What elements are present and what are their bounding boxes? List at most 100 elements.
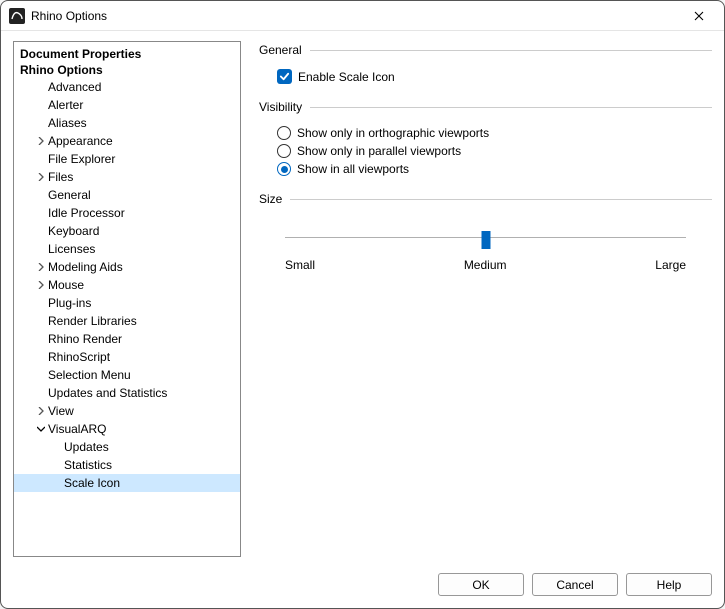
- enable-scale-icon-label: Enable Scale Icon: [298, 70, 395, 84]
- tree-item[interactable]: Rhino Render: [14, 330, 240, 348]
- tree-heading-rhino-options[interactable]: Rhino Options: [14, 62, 240, 78]
- tree-item[interactable]: General: [14, 186, 240, 204]
- dialog-window: Rhino Options Document Properties Rhino …: [0, 0, 725, 609]
- group-visibility-legend: Visibility: [259, 100, 712, 114]
- tree-item[interactable]: Files: [14, 168, 240, 186]
- tree-item[interactable]: Render Libraries: [14, 312, 240, 330]
- dialog-body: Document Properties Rhino Options Advanc…: [1, 31, 724, 563]
- chevron-placeholder: [34, 80, 48, 94]
- tree-item[interactable]: Modeling Aids: [14, 258, 240, 276]
- tree-item-label: Render Libraries: [48, 312, 137, 330]
- ok-button-label: OK: [472, 578, 489, 592]
- visibility-radio[interactable]: [277, 144, 291, 158]
- tree-item-label: Plug-ins: [48, 294, 91, 312]
- chevron-placeholder: [34, 206, 48, 220]
- tree-item[interactable]: Statistics: [14, 456, 240, 474]
- tree-item-label: View: [48, 402, 74, 420]
- tree-item-label: VisualARQ: [48, 420, 106, 438]
- chevron-right-icon[interactable]: [34, 260, 48, 274]
- tree-item-label: Licenses: [48, 240, 95, 258]
- tree-item-label: Rhino Render: [48, 330, 122, 348]
- tree-item[interactable]: View: [14, 402, 240, 420]
- tree-item[interactable]: Mouse: [14, 276, 240, 294]
- slider-thumb[interactable]: [481, 231, 490, 249]
- radio-dot-icon: [281, 166, 288, 173]
- tree-heading-document-properties[interactable]: Document Properties: [14, 46, 240, 62]
- tree-item-label: Appearance: [48, 132, 113, 150]
- options-tree[interactable]: Document Properties Rhino Options Advanc…: [13, 41, 241, 557]
- chevron-placeholder: [34, 368, 48, 382]
- divider: [310, 107, 712, 108]
- chevron-down-icon[interactable]: [34, 422, 48, 436]
- chevron-placeholder: [34, 332, 48, 346]
- visibility-option-row: Show only in orthographic viewports: [259, 124, 712, 142]
- chevron-right-icon[interactable]: [34, 134, 48, 148]
- enable-scale-icon-checkbox[interactable]: [277, 69, 292, 84]
- help-button-label: Help: [657, 578, 682, 592]
- tree-item[interactable]: Aliases: [14, 114, 240, 132]
- visibility-option-label: Show only in orthographic viewports: [297, 126, 489, 140]
- tree-item-label: File Explorer: [48, 150, 115, 168]
- chevron-placeholder: [34, 224, 48, 238]
- divider: [310, 50, 712, 51]
- visibility-option-row: Show only in parallel viewports: [259, 142, 712, 160]
- close-icon: [694, 11, 704, 21]
- chevron-right-icon[interactable]: [34, 404, 48, 418]
- slider-label-min: Small: [285, 258, 315, 272]
- group-general-label: General: [259, 43, 302, 57]
- tree-item-label: Selection Menu: [48, 366, 131, 384]
- group-visibility: Visibility Show only in orthographic vie…: [259, 100, 712, 178]
- tree-item[interactable]: Appearance: [14, 132, 240, 150]
- tree-item[interactable]: Licenses: [14, 240, 240, 258]
- visibility-option-label: Show in all viewports: [297, 162, 409, 176]
- chevron-placeholder: [34, 386, 48, 400]
- cancel-button[interactable]: Cancel: [532, 573, 618, 596]
- tree-item[interactable]: Alerter: [14, 96, 240, 114]
- tree-item[interactable]: Advanced: [14, 78, 240, 96]
- chevron-placeholder: [50, 476, 64, 490]
- chevron-right-icon[interactable]: [34, 278, 48, 292]
- tree-item[interactable]: Scale Icon: [14, 474, 240, 492]
- tree-item[interactable]: Plug-ins: [14, 294, 240, 312]
- tree-item-label: Advanced: [48, 78, 101, 96]
- tree-item-label: Idle Processor: [48, 204, 125, 222]
- chevron-placeholder: [34, 98, 48, 112]
- tree-item[interactable]: VisualARQ: [14, 420, 240, 438]
- window-title: Rhino Options: [31, 9, 676, 23]
- close-button[interactable]: [676, 1, 722, 31]
- tree-item[interactable]: Selection Menu: [14, 366, 240, 384]
- chevron-placeholder: [34, 314, 48, 328]
- visibility-radio[interactable]: [277, 126, 291, 140]
- tree-item-label: Modeling Aids: [48, 258, 123, 276]
- group-size: Size Small Medium Large: [259, 192, 712, 272]
- tree-item[interactable]: Idle Processor: [14, 204, 240, 222]
- visibility-radio[interactable]: [277, 162, 291, 176]
- group-size-legend: Size: [259, 192, 712, 206]
- size-slider-container: Small Medium Large: [259, 216, 712, 272]
- slider-labels: Small Medium Large: [285, 258, 686, 272]
- chevron-placeholder: [34, 188, 48, 202]
- group-visibility-label: Visibility: [259, 100, 302, 114]
- cancel-button-label: Cancel: [556, 578, 593, 592]
- help-button[interactable]: Help: [626, 573, 712, 596]
- size-slider[interactable]: [285, 228, 686, 248]
- tree-item-label: Keyboard: [48, 222, 99, 240]
- tree-item-label: Statistics: [64, 456, 112, 474]
- group-size-label: Size: [259, 192, 282, 206]
- tree-item[interactable]: RhinoScript: [14, 348, 240, 366]
- tree-item[interactable]: Updates and Statistics: [14, 384, 240, 402]
- slider-label-mid: Medium: [464, 258, 507, 272]
- tree-item[interactable]: File Explorer: [14, 150, 240, 168]
- tree-item[interactable]: Keyboard: [14, 222, 240, 240]
- ok-button[interactable]: OK: [438, 573, 524, 596]
- chevron-placeholder: [34, 350, 48, 364]
- tree-item-label: Aliases: [48, 114, 87, 132]
- enable-scale-icon-row: Enable Scale Icon: [259, 67, 712, 86]
- tree-item[interactable]: Updates: [14, 438, 240, 456]
- tree-item-label: Mouse: [48, 276, 84, 294]
- chevron-placeholder: [34, 116, 48, 130]
- visibility-option-row: Show in all viewports: [259, 160, 712, 178]
- tree-item-label: Updates and Statistics: [48, 384, 167, 402]
- tree-item-label: Alerter: [48, 96, 83, 114]
- chevron-right-icon[interactable]: [34, 170, 48, 184]
